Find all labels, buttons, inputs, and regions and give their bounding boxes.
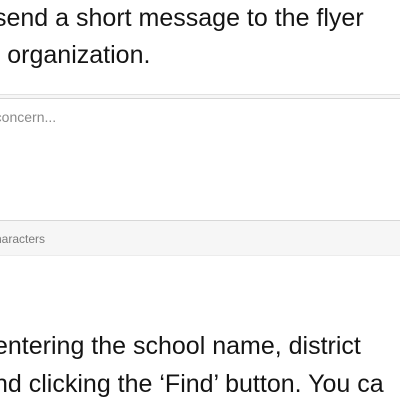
instruction-text-line: nd clicking the ‘Find’ button. You ca [0, 370, 384, 398]
instruction-text-line: entering the school name, district [0, 332, 361, 360]
instruction-text-line: r organization. [0, 41, 151, 69]
character-counter: haracters [0, 232, 46, 246]
message-form: haracters [0, 94, 400, 256]
instruction-text-line: send a short message to the flyer [0, 4, 364, 32]
message-textarea[interactable] [0, 98, 400, 221]
